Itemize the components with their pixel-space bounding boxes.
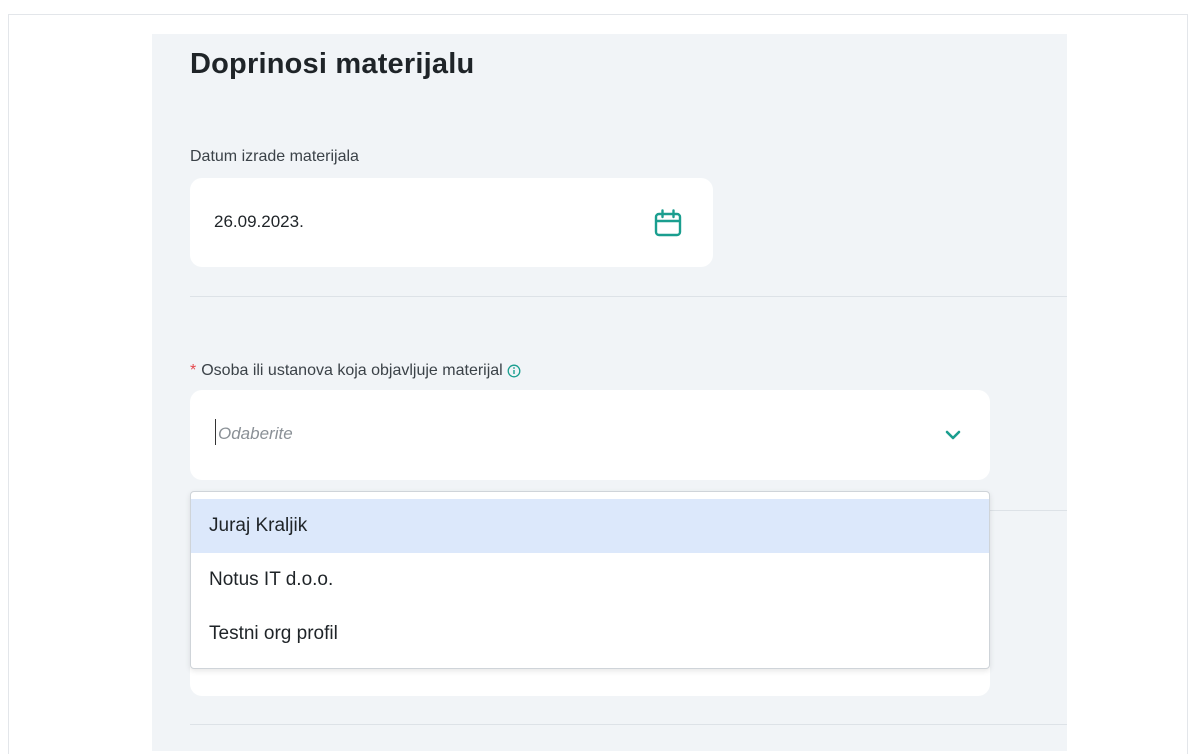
publisher-select-placeholder: Odaberite [218, 424, 293, 443]
dropdown-option[interactable]: Notus IT d.o.o. [191, 553, 989, 607]
divider [190, 724, 1067, 725]
date-field-label: Datum izrade materijala [190, 148, 359, 165]
section-title: Doprinosi materijalu [190, 48, 475, 80]
date-field[interactable]: 26.09.2023. [190, 178, 713, 267]
divider [190, 296, 1067, 297]
publisher-dropdown-menu: Juraj Kraljik Notus IT d.o.o. Testni org… [190, 491, 990, 669]
info-icon[interactable] [507, 364, 521, 378]
calendar-icon[interactable] [653, 208, 683, 238]
text-cursor [215, 419, 216, 445]
publisher-select[interactable]: Odaberite [190, 390, 990, 480]
publisher-field-label: * Osoba ili ustanova koja objavljuje mat… [190, 362, 521, 380]
chevron-down-icon[interactable] [944, 426, 962, 444]
dropdown-option[interactable]: Juraj Kraljik [191, 499, 989, 553]
date-field-value: 26.09.2023. [214, 212, 304, 231]
dropdown-option[interactable]: Testni org profil [191, 607, 989, 661]
required-mark: * [190, 362, 197, 379]
publisher-label-text: Osoba ili ustanova koja objavljuje mater… [201, 362, 503, 379]
